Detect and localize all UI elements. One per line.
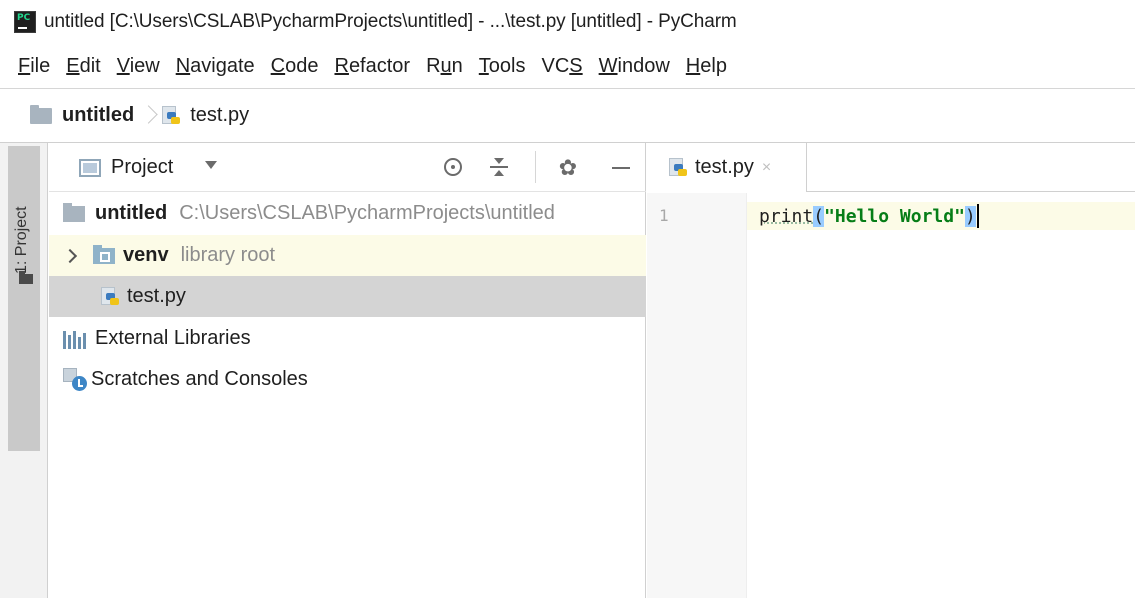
breadcrumb-project[interactable]: untitled [62, 104, 134, 127]
close-icon[interactable]: × [762, 159, 771, 177]
text-caret [976, 204, 979, 228]
code-line: print("Hello World") [759, 204, 979, 228]
code-editor[interactable]: print("Hello World") [647, 193, 1135, 598]
tree-item-test-py[interactable]: test.py [49, 276, 646, 317]
project-view-selector[interactable]: Project [111, 156, 173, 179]
tree-item-label: External Libraries [95, 327, 251, 349]
editor-tab-bar: test.py × [647, 143, 1135, 192]
tree-item-project-root[interactable]: untitled C:\Users\CSLAB\PycharmProjects\… [49, 193, 646, 234]
tree-item-venv[interactable]: venv library root [49, 235, 646, 276]
folder-icon [19, 271, 33, 284]
title-bar: PC untitled [C:\Users\CSLAB\PycharmProje… [0, 0, 1135, 44]
menu-run[interactable]: Run [426, 55, 463, 78]
code-string-literal: "Hello World" [824, 205, 965, 227]
scratches-icon [63, 367, 89, 392]
project-tool-tab[interactable]: 1: Project [8, 146, 40, 451]
breadcrumb-separator-icon [142, 104, 152, 128]
project-view-icon [79, 159, 101, 177]
library-folder-icon [93, 244, 115, 264]
pycharm-logo-icon: PC [14, 11, 36, 33]
tree-item-label: Scratches and Consoles [91, 368, 308, 390]
python-file-icon [669, 157, 689, 178]
code-open-paren: ( [813, 205, 825, 227]
menu-file[interactable]: File [18, 55, 50, 78]
project-panel-header: Project ✿ [49, 143, 646, 192]
menu-navigate[interactable]: Navigate [176, 55, 255, 78]
dropdown-caret-icon[interactable] [205, 161, 217, 169]
tree-item-label: test.py [127, 285, 186, 307]
code-close-paren: ) [964, 205, 976, 227]
python-file-icon [101, 286, 121, 307]
collapse-all-icon[interactable] [486, 155, 512, 181]
folder-icon [30, 104, 52, 124]
hide-panel-icon[interactable] [609, 155, 635, 181]
editor-pane: test.py × 1 print("Hello World") [647, 143, 1135, 598]
locate-file-icon[interactable] [441, 155, 467, 181]
tree-item-note: library root [180, 244, 276, 266]
menu-view[interactable]: View [117, 55, 160, 78]
library-icon [63, 329, 89, 349]
menu-bar: File Edit View Navigate Code Refactor Ru… [0, 44, 1135, 88]
window-title: untitled [C:\Users\CSLAB\PycharmProjects… [44, 11, 737, 32]
gear-icon[interactable]: ✿ [555, 155, 581, 181]
project-panel: Project ✿ untitled C:\Users\CSLAB\Pychar… [49, 143, 646, 598]
tree-item-label: untitled [95, 202, 168, 224]
tree-item-scratches[interactable]: Scratches and Consoles [49, 359, 646, 400]
python-file-icon [162, 105, 182, 126]
chevron-right-icon[interactable] [62, 248, 78, 263]
tree-item-external-libraries[interactable]: External Libraries [49, 318, 646, 359]
folder-icon [63, 202, 85, 222]
left-tool-stripe: 1: Project [0, 143, 48, 598]
menu-code[interactable]: Code [271, 55, 319, 78]
tree-item-label: venv [123, 244, 169, 266]
breadcrumb-file[interactable]: test.py [190, 104, 249, 127]
project-tool-tab-label: 1: Project [13, 206, 30, 274]
menu-tools[interactable]: Tools [479, 55, 526, 78]
tab-label: test.py [695, 156, 754, 178]
menu-help[interactable]: Help [686, 55, 727, 78]
breadcrumb: untitled test.py [0, 88, 1135, 143]
menu-vcs[interactable]: VCS [542, 55, 583, 78]
menu-window[interactable]: Window [599, 55, 670, 78]
menu-refactor[interactable]: Refactor [334, 55, 410, 78]
tab-test-py[interactable]: test.py × [647, 143, 807, 192]
code-function-name: print [759, 205, 814, 227]
tree-item-path: C:\Users\CSLAB\PycharmProjects\untitled [179, 202, 555, 224]
menu-edit[interactable]: Edit [66, 55, 100, 78]
toolbar-divider [535, 151, 536, 183]
